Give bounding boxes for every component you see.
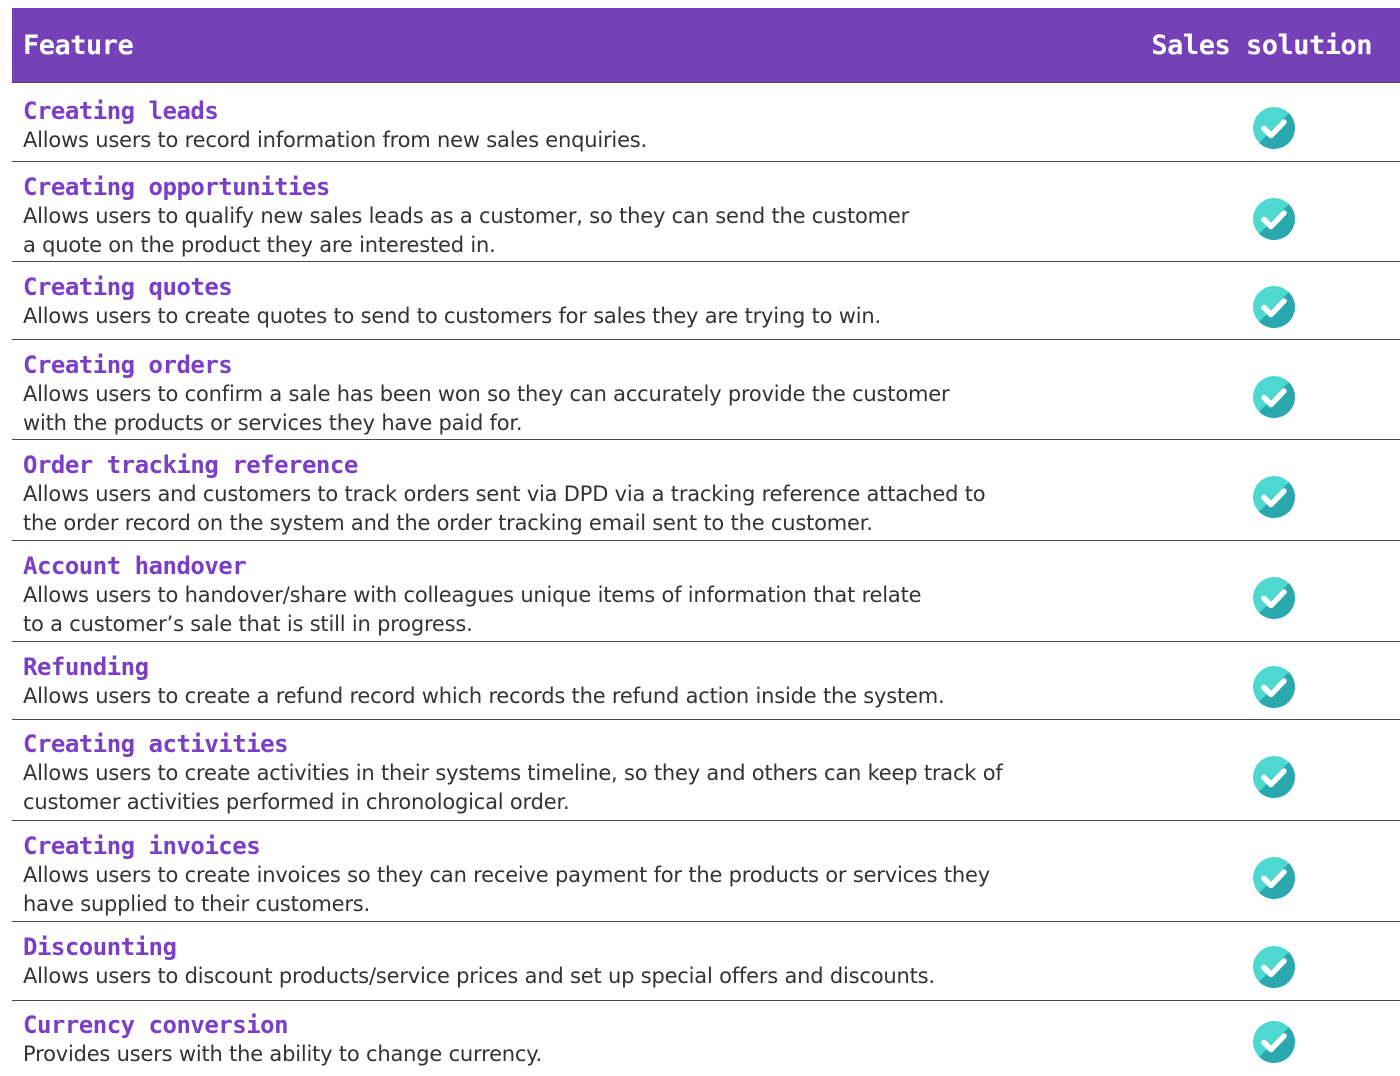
table-body: Creating leads Allows users to record inf…	[12, 83, 1400, 1076]
feature-title: Discounting	[23, 933, 177, 961]
table-header: Feature Sales solution	[12, 8, 1400, 83]
check-circle-icon	[1253, 107, 1295, 149]
feature-title: Order tracking reference	[23, 451, 358, 479]
feature-description: Provides users with the ability to chang…	[23, 1042, 542, 1066]
table-row: Currency conversion Provides users with t…	[12, 1001, 1400, 1076]
feature-title: Creating opportunities	[23, 173, 330, 201]
feature-title: Currency conversion	[23, 1011, 289, 1039]
check-circle-icon	[1253, 376, 1295, 418]
feature-description: Allows users and customers to track orde…	[23, 482, 986, 506]
check-circle-icon	[1253, 1021, 1295, 1063]
feature-description: Allows users to handover/share with coll…	[23, 583, 922, 607]
feature-cell: Currency conversion Provides users with t…	[23, 1011, 1143, 1069]
check-circle-icon	[1253, 946, 1295, 988]
check-circle-icon	[1253, 286, 1295, 328]
feature-cell: Creating activities Allows users to creat…	[23, 730, 1143, 817]
feature-description: have supplied to their customers.	[23, 892, 370, 916]
table-row: Creating quotes Allows users to create qu…	[12, 262, 1400, 340]
check-circle-icon	[1253, 476, 1295, 518]
feature-description: Allows users to record information from …	[23, 128, 647, 152]
table-row: Creating leads Allows users to record inf…	[12, 83, 1400, 162]
feature-title: Refunding	[23, 653, 149, 681]
table-row: Account handover Allows users to handover…	[12, 541, 1400, 642]
feature-description: Allows users to qualify new sales leads …	[23, 204, 910, 228]
table-row: Creating activities Allows users to creat…	[12, 720, 1400, 821]
header-sales-solution: Sales solution	[1151, 29, 1372, 61]
check-circle-icon	[1253, 666, 1295, 708]
feature-description: a quote on the product they are interest…	[23, 233, 496, 257]
feature-description: with the products or services they have …	[23, 411, 523, 435]
table-row: Order tracking reference Allows users and…	[12, 440, 1400, 541]
check-circle-icon	[1253, 198, 1295, 240]
feature-cell: Refunding Allows users to create a refund…	[23, 653, 1143, 711]
table-row: Refunding Allows users to create a refund…	[12, 642, 1400, 720]
feature-description: Allows users to create quotes to send to…	[23, 304, 881, 328]
feature-cell: Creating orders Allows users to confirm a…	[23, 351, 1143, 438]
feature-cell: Creating quotes Allows users to create qu…	[23, 273, 1143, 331]
feature-cell: Discounting Allows users to discount prod…	[23, 933, 1143, 991]
feature-description: Allows users to discount products/servic…	[23, 964, 935, 988]
table-row: Discounting Allows users to discount prod…	[12, 922, 1400, 1001]
feature-description: Allows users to create invoices so they …	[23, 863, 990, 887]
feature-cell: Order tracking reference Allows users and…	[23, 451, 1143, 538]
feature-title: Creating leads	[23, 97, 219, 125]
feature-title: Creating invoices	[23, 832, 261, 860]
table-row: Creating orders Allows users to confirm a…	[12, 340, 1400, 440]
feature-title: Account handover	[23, 552, 247, 580]
feature-cell: Creating leads Allows users to record inf…	[23, 97, 1143, 155]
feature-description: to a customer’s sale that is still in pr…	[23, 612, 473, 636]
feature-title: Creating activities	[23, 730, 289, 758]
check-circle-icon	[1253, 756, 1295, 798]
feature-cell: Creating opportunities Allows users to qu…	[23, 173, 1143, 260]
feature-cell: Account handover Allows users to handover…	[23, 552, 1143, 639]
header-feature: Feature	[23, 29, 134, 61]
feature-table: Feature Sales solution Creating leads All…	[12, 8, 1400, 1076]
table-row: Creating opportunities Allows users to qu…	[12, 162, 1400, 262]
feature-description: Allows users to create a refund record w…	[23, 684, 945, 708]
feature-description: Allows users to create activities in the…	[23, 761, 1003, 785]
check-circle-icon	[1253, 857, 1295, 899]
feature-cell: Creating invoices Allows users to create …	[23, 832, 1143, 919]
feature-description: the order record on the system and the o…	[23, 511, 873, 535]
feature-description: customer activities performed in chronol…	[23, 790, 570, 814]
table-row: Creating invoices Allows users to create …	[12, 821, 1400, 922]
feature-title: Creating quotes	[23, 273, 233, 301]
check-circle-icon	[1253, 577, 1295, 619]
feature-description: Allows users to confirm a sale has been …	[23, 382, 950, 406]
feature-title: Creating orders	[23, 351, 233, 379]
